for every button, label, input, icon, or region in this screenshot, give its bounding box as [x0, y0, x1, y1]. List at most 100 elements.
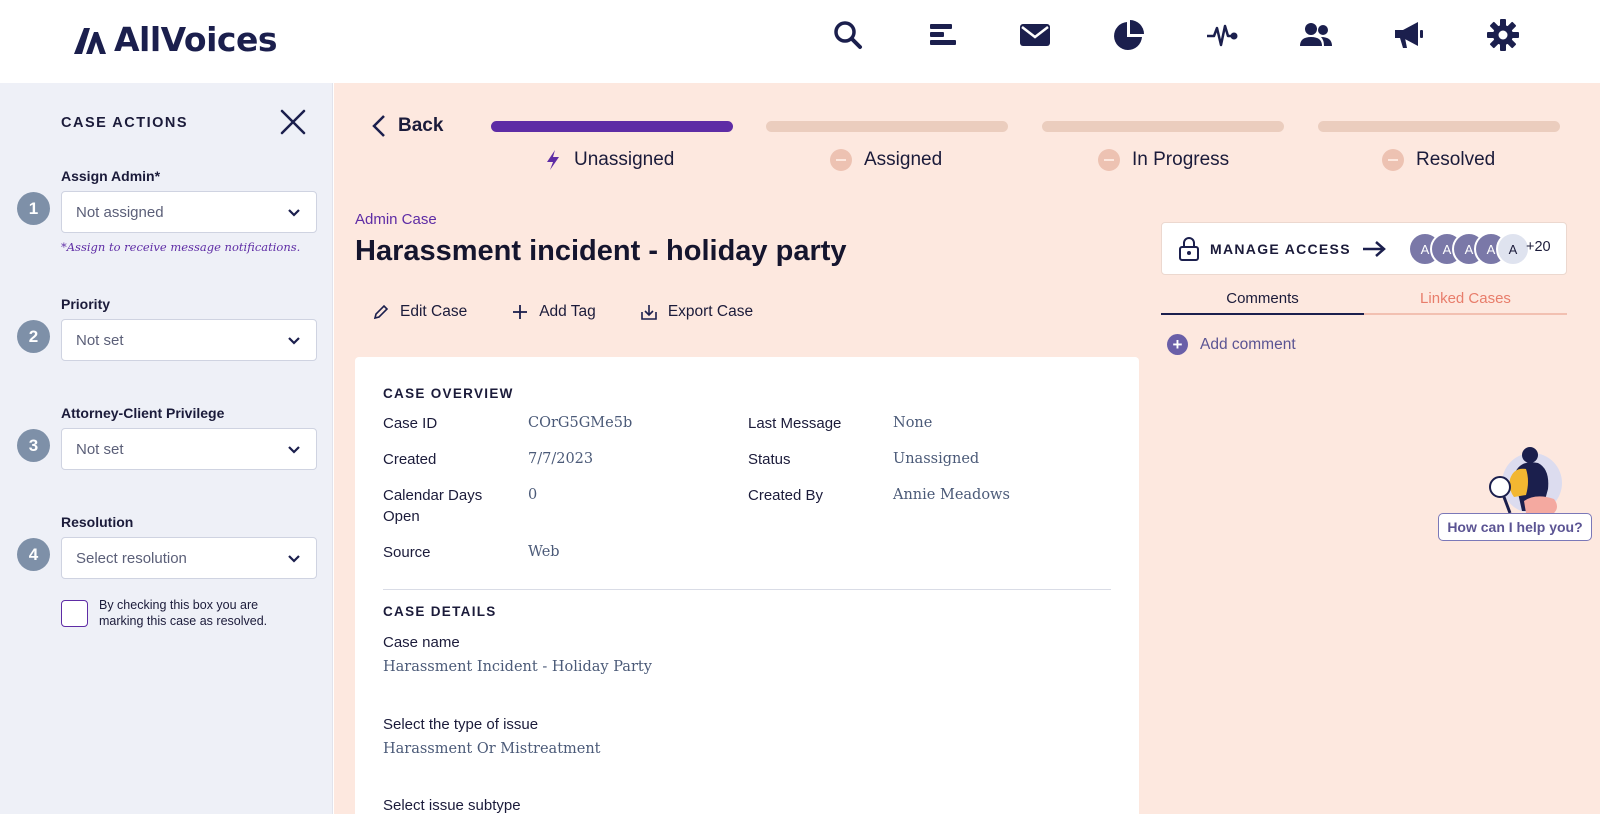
pencil-icon	[373, 304, 389, 320]
stage-label: Assigned	[864, 149, 943, 170]
help-assistant[interactable]: How can I help you?	[1438, 445, 1592, 555]
stage-label: In Progress	[1132, 149, 1230, 170]
panel-tabs: Comments Linked Cases	[1161, 290, 1567, 315]
resolve-checkbox[interactable]	[61, 600, 88, 627]
assign-hint: *Assign to receive message notifications…	[61, 240, 301, 254]
edit-case-button[interactable]: Edit Case	[372, 303, 467, 321]
step-badge-1: 1	[17, 192, 50, 225]
resolution-label: Resolution	[61, 514, 134, 530]
add-tag-button[interactable]: Add Tag	[511, 303, 596, 321]
allvoices-logo[interactable]: AllVoices	[72, 20, 277, 59]
breadcrumb[interactable]: Admin Case	[355, 211, 437, 228]
pending-icon	[830, 149, 852, 171]
stage-label: Unassigned	[574, 149, 675, 170]
page-title: Harassment incident - holiday party	[355, 235, 847, 267]
export-case-label: Export Case	[667, 303, 754, 320]
settings-icon[interactable]	[1483, 15, 1523, 55]
privilege-value: Not set	[76, 440, 124, 458]
help-bubble[interactable]: How can I help you?	[1438, 513, 1592, 541]
back-button[interactable]: Back	[370, 113, 443, 139]
progress-segment-in-progress	[1042, 121, 1284, 132]
tab-linked-cases[interactable]: Linked Cases	[1364, 290, 1567, 315]
more-members-count: +20	[1526, 239, 1551, 255]
case-name-value: Harassment Incident - Holiday Party	[383, 659, 652, 675]
issue-type-value: Harassment Or Mistreatment	[383, 741, 601, 757]
progress-segment-assigned	[766, 121, 1008, 132]
access-avatars: A A A A A	[1408, 232, 1530, 266]
issue-subtype-label: Select issue subtype	[383, 797, 521, 814]
section-divider	[383, 589, 1111, 590]
case-overview-title: CASE OVERVIEW	[383, 386, 514, 401]
case-main-panel: Back Unassigned Assigned In Progress Res…	[334, 83, 1600, 814]
pending-icon	[1382, 149, 1404, 171]
status-value: Unassigned	[893, 451, 980, 467]
case-info-card: CASE OVERVIEW Case ID COrG5GMe5b Created…	[355, 357, 1139, 814]
download-icon	[641, 305, 657, 320]
last-message-key: Last Message	[748, 415, 842, 432]
progress-segment-resolved	[1318, 121, 1560, 132]
priority-select[interactable]: Not set	[61, 319, 317, 361]
resolve-checkbox-label: By checking this box you are marking thi…	[99, 598, 268, 628]
reports-icon[interactable]	[922, 15, 962, 55]
chevron-left-icon	[372, 115, 385, 137]
announcements-icon[interactable]	[1389, 15, 1429, 55]
case-name-label: Case name	[383, 634, 460, 651]
arrow-right-icon	[1362, 240, 1386, 257]
source-key: Source	[383, 544, 431, 561]
case-id-key: Case ID	[383, 415, 438, 432]
top-navigation: AllVoices	[0, 0, 1600, 83]
step-badge-2: 2	[17, 320, 50, 353]
status-key: Status	[748, 451, 791, 468]
brand-name: AllVoices	[114, 20, 277, 59]
priority-label: Priority	[61, 296, 111, 312]
chevron-down-icon	[288, 209, 300, 217]
add-comment-label: Add comment	[1200, 335, 1296, 353]
activity-icon[interactable]	[1202, 15, 1242, 55]
search-icon[interactable]	[828, 15, 868, 55]
privilege-select[interactable]: Not set	[61, 428, 317, 470]
stage-resolved: Resolved	[1382, 149, 1495, 171]
pending-icon	[1098, 149, 1120, 171]
resolution-value: Select resolution	[76, 549, 187, 567]
chevron-down-icon	[288, 555, 300, 563]
close-icon[interactable]	[278, 107, 308, 137]
created-by-key: Created By	[748, 487, 824, 504]
manage-access-button[interactable]: MANAGE ACCESS A A A A A +20	[1161, 222, 1567, 275]
days-open-key: Calendar Days Open	[383, 487, 483, 525]
users-icon[interactable]	[1296, 15, 1336, 55]
days-open-value: 0	[528, 487, 538, 503]
add-comment-button[interactable]: + Add comment	[1167, 334, 1296, 355]
stage-in-progress: In Progress	[1098, 149, 1229, 171]
edit-case-label: Edit Case	[400, 303, 468, 320]
sidebar-title: CASE ACTIONS	[61, 115, 189, 131]
case-id-value: COrG5GMe5b	[528, 415, 633, 431]
messages-icon[interactable]	[1015, 15, 1055, 55]
created-key: Created	[383, 451, 437, 468]
assign-admin-label: Assign Admin*	[61, 168, 161, 184]
tab-comments[interactable]: Comments	[1161, 290, 1364, 315]
privilege-label: Attorney-Client Privilege	[61, 405, 225, 421]
manage-access-label: MANAGE ACCESS	[1210, 240, 1351, 257]
step-badge-3: 3	[17, 429, 50, 462]
created-value: 7/7/2023	[528, 451, 594, 467]
case-toolbar: Edit Case Add Tag Export Case	[372, 303, 753, 321]
case-actions-sidebar: CASE ACTIONS Assign Admin* 1 Not assigne…	[0, 83, 333, 814]
analytics-icon[interactable]	[1109, 15, 1149, 55]
plus-icon	[513, 305, 528, 319]
chevron-down-icon	[288, 337, 300, 345]
source-value: Web	[528, 544, 560, 560]
step-badge-4: 4	[17, 538, 50, 571]
stage-label: Resolved	[1416, 149, 1496, 170]
issue-type-label: Select the type of issue	[383, 716, 539, 733]
created-by-value: Annie Meadows	[893, 487, 1010, 503]
nav-icon-bar	[828, 15, 1576, 55]
case-details-title: CASE DETAILS	[383, 604, 497, 619]
priority-value: Not set	[76, 331, 124, 349]
last-message-value: None	[893, 415, 933, 431]
lightning-icon	[547, 150, 559, 170]
plus-circle-icon: +	[1167, 334, 1188, 355]
progress-segment-unassigned	[491, 121, 733, 132]
assign-admin-select[interactable]: Not assigned	[61, 191, 317, 233]
resolution-select[interactable]: Select resolution	[61, 537, 317, 579]
export-case-button[interactable]: Export Case	[640, 303, 753, 321]
